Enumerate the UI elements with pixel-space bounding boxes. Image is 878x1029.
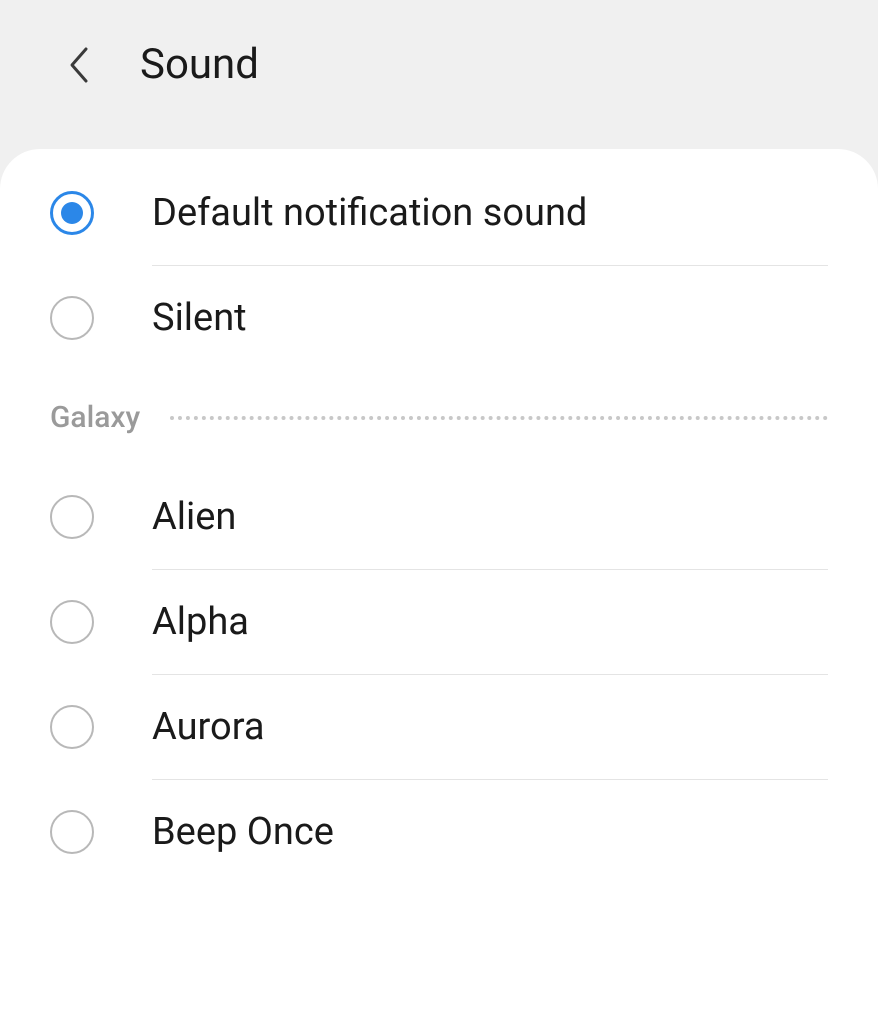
radio-icon (50, 296, 94, 340)
sound-option-alien[interactable]: Alien (0, 465, 878, 569)
page-title: Sound (140, 40, 259, 89)
section-title: Galaxy (50, 400, 140, 435)
content-panel: Default notification sound Silent Galaxy… (0, 149, 878, 1029)
sound-option-label: Alpha (152, 600, 828, 644)
sound-option-aurora[interactable]: Aurora (0, 675, 878, 779)
sound-option-label: Alien (152, 495, 828, 539)
sound-option-alpha[interactable]: Alpha (0, 570, 878, 674)
back-icon[interactable] (60, 45, 100, 85)
radio-icon (50, 705, 94, 749)
dotted-divider (170, 416, 828, 420)
radio-icon (50, 600, 94, 644)
sound-option-label: Aurora (152, 705, 828, 749)
radio-icon (50, 495, 94, 539)
sound-option-default[interactable]: Default notification sound (0, 149, 878, 265)
sound-option-silent[interactable]: Silent (0, 266, 878, 370)
sound-option-label: Default notification sound (152, 191, 828, 235)
sound-option-label: Silent (152, 296, 828, 340)
radio-icon (50, 810, 94, 854)
header: Sound (0, 0, 878, 149)
radio-selected-icon (50, 191, 94, 235)
sound-option-label: Beep Once (152, 810, 828, 854)
sound-option-beep-once[interactable]: Beep Once (0, 780, 878, 884)
section-header-galaxy: Galaxy (0, 370, 878, 465)
